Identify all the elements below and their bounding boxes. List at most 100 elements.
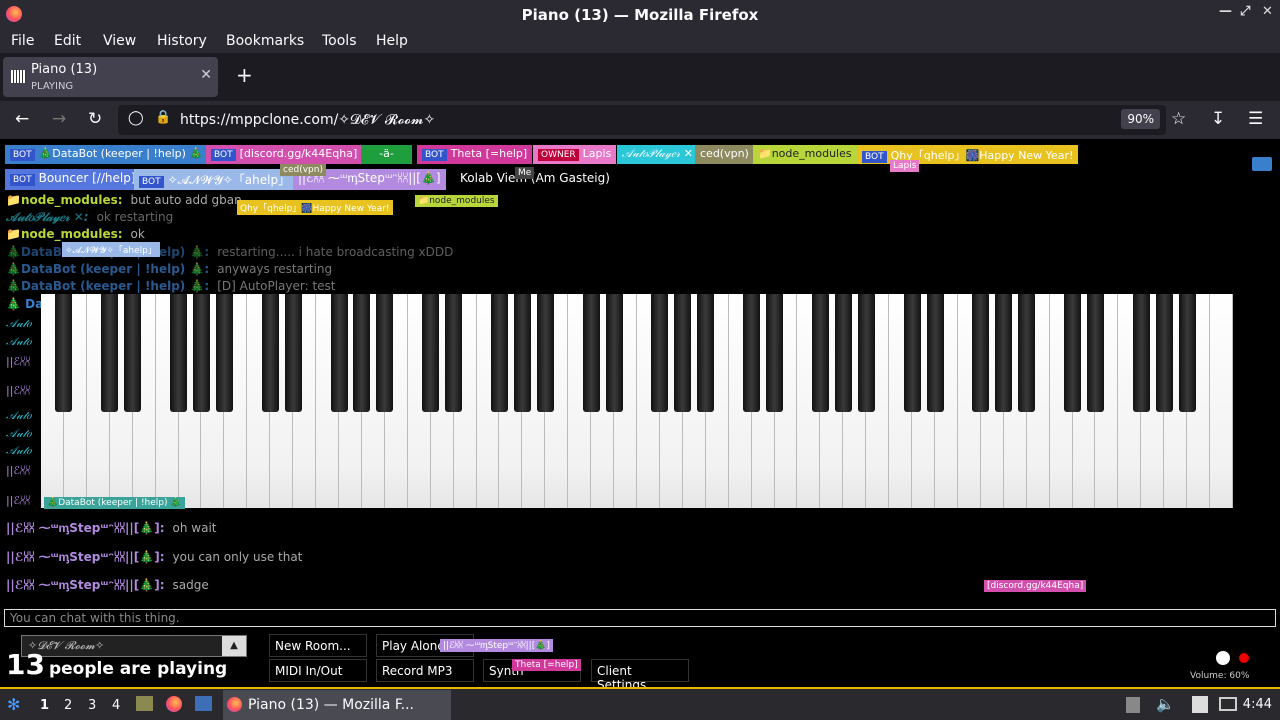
menu-history[interactable]: History [157, 33, 207, 49]
black-key[interactable] [766, 294, 784, 412]
black-key[interactable] [513, 294, 531, 412]
back-icon[interactable]: ← [15, 109, 29, 129]
maximize-icon[interactable]: ⤢ [1240, 4, 1250, 19]
tab-close-icon[interactable]: ✕ [200, 67, 212, 83]
sidebar-toggle-icon[interactable] [1252, 157, 1272, 171]
start-menu-icon[interactable]: ✻ [7, 695, 20, 714]
user-tag[interactable]: OWNER Lapis [533, 145, 617, 164]
black-key[interactable] [536, 294, 554, 412]
midi-button[interactable]: MIDI In/Out [269, 659, 367, 682]
menu-edit[interactable]: Edit [54, 33, 81, 49]
user-tag[interactable]: BOT Bouncer [//help] [5, 169, 141, 190]
volume-control[interactable]: Volume: 60% [1166, 651, 1266, 687]
zoom-level[interactable]: 90% [1121, 109, 1160, 129]
user-tag[interactable]: 𝒜𝓊𝓉𝑜𝒫𝓁𝒶𝓎𝑒𝓇 ✕ [617, 145, 698, 164]
black-key[interactable] [582, 294, 600, 412]
tab-piano[interactable]: Piano (13) PLAYING ✕ [3, 57, 218, 97]
black-key[interactable] [1086, 294, 1104, 412]
volume-knob[interactable] [1216, 651, 1230, 665]
black-key[interactable] [926, 294, 944, 412]
url-text[interactable]: https://mppclone.com/✧𝓓𝓔𝓥 𝓡𝓸𝓸𝓶✧ [180, 112, 435, 128]
app-menu-icon[interactable]: ☰ [1248, 109, 1263, 129]
user-tag[interactable]: -ä- [361, 145, 412, 164]
user-name: [discord.gg/k44Eqha] [239, 147, 358, 160]
bookmark-star-icon[interactable]: ☆ [1171, 109, 1186, 129]
menu-file[interactable]: File [11, 33, 34, 49]
white-key[interactable] [1210, 294, 1233, 508]
menu-bookmarks[interactable]: Bookmarks [226, 33, 304, 49]
user-tag[interactable]: Kolab Viem (Am Gasteig) [455, 169, 615, 190]
user-tag[interactable]: BOT ✧𝓐𝓝𝓦𝓨✧「ahelp」 [134, 169, 296, 190]
user-name: Lapis [582, 147, 612, 160]
user-tag[interactable]: 📁node_modules [753, 145, 857, 164]
user-tag[interactable]: ced(vpn) [695, 145, 754, 164]
black-key[interactable] [284, 294, 302, 412]
terminal-icon[interactable] [195, 696, 212, 711]
workspace-4[interactable]: 4 [112, 698, 120, 713]
notes-icon[interactable] [1192, 696, 1208, 713]
player-count-label: people are playing [48, 659, 228, 679]
black-key[interactable] [651, 294, 669, 412]
close-icon[interactable]: ✕ [1262, 4, 1273, 19]
black-key[interactable] [605, 294, 623, 412]
lock-icon[interactable]: 🔒 [155, 110, 171, 125]
new-room-button[interactable]: New Room... [269, 634, 367, 657]
black-key[interactable] [743, 294, 761, 412]
shield-icon[interactable]: ◯ [128, 110, 144, 126]
downloads-icon[interactable]: ↧ [1211, 109, 1225, 129]
record-mp3-button[interactable]: Record MP3 [376, 659, 474, 682]
piano-keyboard[interactable] [41, 294, 1233, 508]
clipboard-icon[interactable] [1126, 697, 1140, 713]
file-manager-icon[interactable] [136, 696, 153, 711]
cursor-label: ced(vpn) [280, 164, 326, 176]
black-key[interactable] [1132, 294, 1150, 412]
black-key[interactable] [1018, 294, 1036, 412]
black-key[interactable] [972, 294, 990, 412]
black-key[interactable] [192, 294, 210, 412]
black-key[interactable] [101, 294, 119, 412]
black-key[interactable] [170, 294, 188, 412]
taskbar-app-firefox[interactable]: Piano (13) — Mozilla F... [223, 690, 451, 720]
black-key[interactable] [215, 294, 233, 412]
black-key[interactable] [353, 294, 371, 412]
black-key[interactable] [903, 294, 921, 412]
user-name: 𝒜𝓊𝓉𝑜𝒫𝓁𝒶𝓎𝑒𝓇 ✕ [622, 147, 693, 160]
black-key[interactable] [674, 294, 692, 412]
black-key[interactable] [124, 294, 142, 412]
user-tag[interactable]: BOT 🎄DataBot (keeper | !help) 🎄 [5, 145, 209, 164]
black-key[interactable] [834, 294, 852, 412]
black-key[interactable] [811, 294, 829, 412]
minimize-icon[interactable]: — [1219, 4, 1232, 19]
client-settings-button[interactable]: Client Settings [591, 659, 689, 687]
black-key[interactable] [55, 294, 73, 412]
volume-icon[interactable]: 🔈 [1156, 695, 1175, 713]
black-key[interactable] [697, 294, 715, 412]
black-key[interactable] [376, 294, 394, 412]
menu-tools[interactable]: Tools [322, 33, 357, 49]
chat-input[interactable]: You can chat with this thing. [4, 609, 1276, 627]
black-key[interactable] [445, 294, 463, 412]
user-tag[interactable]: BOT Theta [=help] [417, 145, 533, 164]
forward-icon[interactable]: → [52, 109, 66, 129]
black-key[interactable] [330, 294, 348, 412]
black-key[interactable] [422, 294, 440, 412]
firefox-launcher-icon[interactable] [166, 696, 182, 712]
url-bar[interactable]: ◯ 🔒 https://mppclone.com/✧𝓓𝓔𝓥 𝓡𝓸𝓸𝓶✧ 90% [118, 105, 1166, 135]
black-key[interactable] [261, 294, 279, 412]
menu-help[interactable]: Help [376, 33, 408, 49]
display-icon[interactable] [1219, 697, 1237, 711]
black-key[interactable] [490, 294, 508, 412]
black-key[interactable] [1064, 294, 1082, 412]
black-key[interactable] [1178, 294, 1196, 412]
menu-view[interactable]: View [103, 33, 136, 49]
cursor-label: Lapis [890, 160, 920, 172]
workspace-1[interactable]: 1 [40, 698, 49, 713]
workspace-3[interactable]: 3 [88, 698, 96, 713]
new-tab-icon[interactable]: + [236, 63, 253, 87]
black-key[interactable] [1155, 294, 1173, 412]
user-tag[interactable]: BOT [discord.gg/k44Eqha] [206, 145, 363, 164]
workspace-2[interactable]: 2 [64, 698, 72, 713]
black-key[interactable] [995, 294, 1013, 412]
black-key[interactable] [857, 294, 875, 412]
reload-icon[interactable]: ↻ [88, 109, 102, 129]
